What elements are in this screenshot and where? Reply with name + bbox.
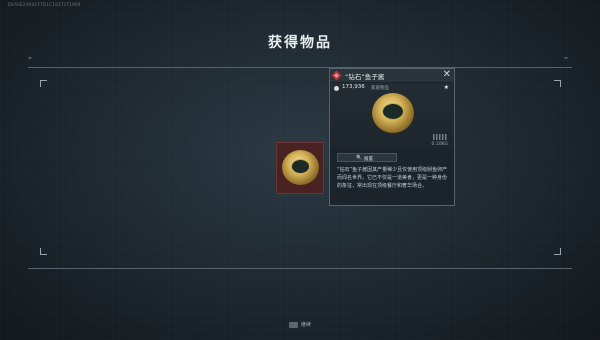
page-title: 获得物品	[268, 35, 332, 51]
tin-label-icon	[382, 103, 404, 120]
continue-key-icon[interactable]	[289, 322, 298, 328]
tin-label-icon	[291, 159, 310, 174]
search-icon: 🔍	[356, 155, 363, 161]
item-detail-panel: “钻石”鱼子酱 ✕ 173,936 家居物品 ★ 0.10KG 🔍 搬置 “钻石…	[329, 68, 455, 206]
item-description: “钻石”鱼子酱因其产量稀少且仅使用顶级鲟鱼卵产而闻名世界。它已不仅是一道美食，更…	[337, 167, 448, 189]
caviar-tin-icon	[282, 150, 319, 185]
top-divider	[28, 67, 572, 68]
obtained-item-slot[interactable]	[276, 142, 324, 194]
top-left-tick: ▬	[28, 55, 32, 60]
place-button-label: 搬置	[364, 156, 373, 162]
item-type: 家居物品	[371, 86, 389, 91]
panel-header: “钻石”鱼子酱 ✕	[330, 69, 454, 82]
rarity-badge-icon	[331, 70, 342, 81]
corner-bracket-top-left	[40, 80, 47, 87]
item-weight: 0.10KG	[431, 142, 448, 147]
item-name: “钻石”鱼子酱	[345, 73, 385, 81]
hud-id-text: DEA0E2A00CF7D1C10171T1969	[8, 2, 81, 7]
caviar-tin-icon	[372, 93, 414, 133]
grid-size-icon	[433, 134, 447, 140]
item-price: 173,936	[342, 84, 365, 90]
top-right-tick: ▬	[564, 55, 568, 60]
favorite-star-icon[interactable]: ★	[444, 84, 449, 91]
continue-label[interactable]: 继续	[301, 321, 311, 328]
bottom-divider	[28, 268, 572, 269]
corner-bracket-bottom-left	[40, 248, 47, 255]
currency-icon	[334, 86, 339, 91]
corner-bracket-bottom-right	[554, 248, 561, 255]
close-icon[interactable]: ✕	[443, 69, 451, 81]
place-button[interactable]: 🔍 搬置	[337, 153, 397, 162]
corner-bracket-top-right	[554, 80, 561, 87]
